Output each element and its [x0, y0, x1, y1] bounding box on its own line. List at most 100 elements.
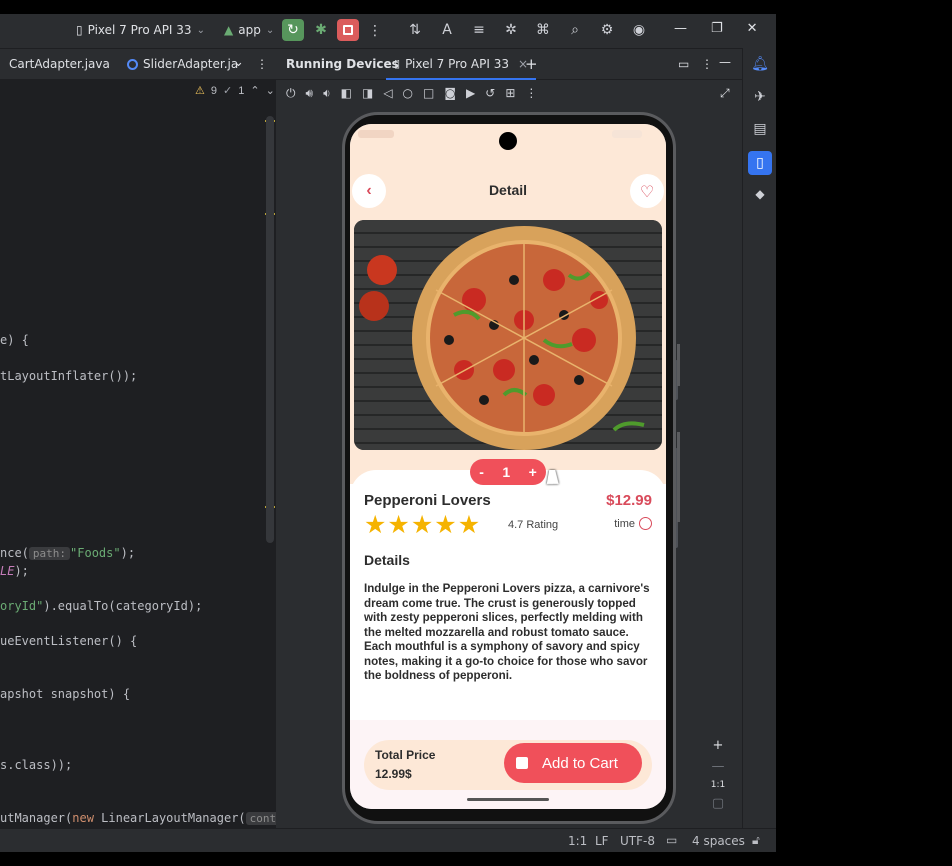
warnings-count: 9 — [210, 84, 217, 97]
tab-device-pixel7pro[interactable]: ▯ Pixel 7 Pro API 33 × — [386, 49, 537, 80]
layout-icon[interactable]: ▭ — [678, 57, 689, 71]
minimize-icon[interactable]: — — [674, 21, 687, 36]
chevron-down-icon[interactable]: ⌄ — [266, 84, 275, 97]
snapshot-icon[interactable]: ↺ — [485, 86, 495, 101]
rerun-button[interactable]: ↻ — [282, 19, 304, 41]
running-devices-icon[interactable]: ▯ — [748, 151, 772, 175]
add-to-cart-button[interactable]: Add to Cart — [504, 743, 642, 783]
back-icon[interactable]: ◁ — [383, 86, 392, 101]
volume-up-icon[interactable]: 🔊︎ — [306, 86, 314, 101]
caret-position[interactable]: 1:1 — [568, 834, 587, 848]
zoom-in-icon[interactable]: + — [713, 738, 724, 753]
favorite-button[interactable]: ♡ — [630, 174, 664, 208]
diamond-icon[interactable]: ◆ — [751, 185, 769, 203]
indent-setting[interactable]: 4 spaces — [692, 834, 745, 848]
code-line: s.class)); — [0, 758, 73, 772]
emulator-controls: ⏻ 🔊︎ 🔉︎ ◧ ◨ ◁ ○ □ ◙ ▶ ↺ ⊞ ⋮ — [286, 86, 537, 101]
editor-tab-label: CartAdapter.java — [9, 57, 110, 71]
android-icon: ▲ — [224, 23, 234, 37]
account-icon[interactable]: ◉ — [630, 20, 648, 40]
rerun-icon: ↻ — [287, 22, 299, 38]
device-selector[interactable]: ▯ Pixel 7 Pro API 33 ⌄ — [76, 23, 205, 37]
restore-icon[interactable]: ❐ — [711, 21, 723, 36]
chevron-up-icon[interactable]: ⌃ — [250, 84, 259, 97]
build-icon[interactable]: ≡ — [470, 20, 488, 40]
code-line: utManager(new LinearLayoutManager(contex… — [0, 811, 276, 825]
star-icon: ★ — [387, 510, 410, 539]
pizza-illustration — [354, 220, 662, 450]
more-vertical-icon[interactable]: ⋮ — [525, 86, 537, 101]
search-icon[interactable]: ⌕ — [566, 20, 584, 40]
more-actions-button[interactable]: ⋮ — [368, 22, 382, 40]
settings-icon[interactable]: ⚙ — [598, 20, 616, 40]
gesture-bar — [467, 798, 549, 801]
class-icon — [127, 58, 138, 70]
notifications-icon[interactable]: 🔔︎ — [751, 55, 769, 73]
readonly-icon[interactable]: ▭ — [666, 833, 677, 847]
warning-icon: ⚠ — [195, 85, 205, 97]
stop-button[interactable] — [337, 19, 359, 41]
code-editor[interactable]: ⚠ 9 ✓ 1 ⌃ ⌄ e) { tLayoutInflater()); nce(p… — [0, 80, 276, 842]
line-separator[interactable]: LF — [595, 834, 609, 848]
rotate-left-icon[interactable]: ◧ — [341, 86, 352, 101]
tabs-dropdown-icon[interactable]: ⌄ — [233, 55, 244, 70]
decrease-quantity-button[interactable]: - — [479, 464, 484, 480]
android-debug-icon[interactable]: ✲ — [502, 20, 520, 40]
debug-button[interactable]: ✱ — [311, 20, 331, 40]
screen-record-icon[interactable]: ▶ — [466, 86, 475, 101]
extended-controls-icon[interactable]: ⊞ — [505, 86, 515, 101]
phone-screen[interactable]: ‹ Detail ♡ Pepperoni Lovers $12.99 ★ ★ ★… — [350, 124, 666, 809]
power-icon[interactable]: ⏻ — [286, 86, 296, 101]
check-icon: ✓ — [223, 85, 233, 97]
zoom-controls: + — 1:1 ▢ — [706, 738, 730, 828]
right-tool-bar: 🔔︎ ✈ ▤ ▯ ◆ — [742, 48, 776, 842]
scrollbar[interactable] — [266, 116, 274, 543]
toolbar-right-icons: ⇅ A ≡ ✲ ⌘ ⌕ ⚙ ◉ — [406, 20, 648, 40]
quantity-stepper[interactable]: - 1 + — [470, 459, 546, 485]
sync-gradle-icon[interactable]: ⇅ — [406, 20, 424, 40]
star-icon: ★ — [457, 510, 481, 539]
zoom-out-icon[interactable]: — — [712, 759, 725, 774]
editor-tab-cartadapter[interactable]: CartAdapter.java — [0, 57, 110, 71]
zoom-ratio-label[interactable]: 1:1 — [711, 780, 725, 790]
device-manager-icon[interactable]: ⌘ — [534, 20, 552, 40]
device-icon: ▯ — [76, 23, 83, 37]
rotate-right-icon[interactable]: ◨ — [362, 86, 373, 101]
file-encoding[interactable]: UTF-8 — [620, 834, 655, 848]
star-icon: ★ — [410, 510, 434, 539]
panel-layout-icon[interactable]: ⤢ — [720, 86, 730, 101]
lock-icon[interactable]: 🔓︎ — [752, 833, 760, 848]
quantity-value: 1 — [502, 464, 511, 480]
fit-screen-icon[interactable]: ▢ — [712, 796, 724, 811]
home-icon[interactable]: ○ — [403, 86, 413, 101]
screenshot-icon[interactable]: ◙ — [444, 86, 456, 101]
window-controls: — ❐ ✕ — [674, 21, 758, 36]
run-config-label: app — [238, 23, 261, 37]
time-label: time — [614, 517, 635, 530]
inspections-widget[interactable]: ⚠ 9 ✓ 1 ⌃ ⌄ — [195, 84, 275, 98]
code-line: nce(path: "Foods"); — [0, 546, 136, 560]
main-toolbar: ▯ Pixel 7 Pro API 33 ⌄ ▲ app ⌄ ↻ ✱ ⋮ ⇅ A… — [0, 14, 776, 48]
phone-side-button — [677, 432, 680, 522]
volume-down-icon[interactable]: 🔉︎ — [323, 86, 331, 101]
device-file-explorer-icon[interactable]: ▤ — [751, 120, 769, 138]
detail-sheet: Pepperoni Lovers $12.99 ★ ★ ★ ★ ★ 4.7 Ra… — [350, 470, 666, 730]
more-vertical-icon[interactable]: ⋮ — [701, 57, 713, 71]
overview-icon[interactable]: □ — [423, 86, 434, 101]
star-icon: ★ — [364, 510, 387, 539]
run-config-selector[interactable]: ▲ app ⌄ — [224, 23, 274, 37]
time-info: time — [614, 517, 652, 530]
translate-icon[interactable]: A — [438, 20, 456, 40]
add-device-icon[interactable]: + — [525, 55, 538, 73]
chevron-down-icon: ⌄ — [196, 24, 205, 36]
shopping-bag-icon — [516, 757, 528, 769]
close-icon[interactable]: ✕ — [747, 21, 758, 36]
mouse-cursor — [546, 470, 562, 484]
hide-panel-icon[interactable]: — — [719, 55, 731, 69]
food-description: Indulge in the Pepperoni Lovers pizza, a… — [364, 582, 650, 682]
more-vertical-icon[interactable]: ⋮ — [256, 57, 268, 71]
more-vertical-icon: ⋮ — [368, 23, 382, 39]
editor-tab-slideradapter[interactable]: SliderAdapter.ja — [127, 57, 238, 71]
increase-quantity-button[interactable]: + — [529, 464, 537, 480]
gemini-icon[interactable]: ✈ — [751, 88, 769, 106]
